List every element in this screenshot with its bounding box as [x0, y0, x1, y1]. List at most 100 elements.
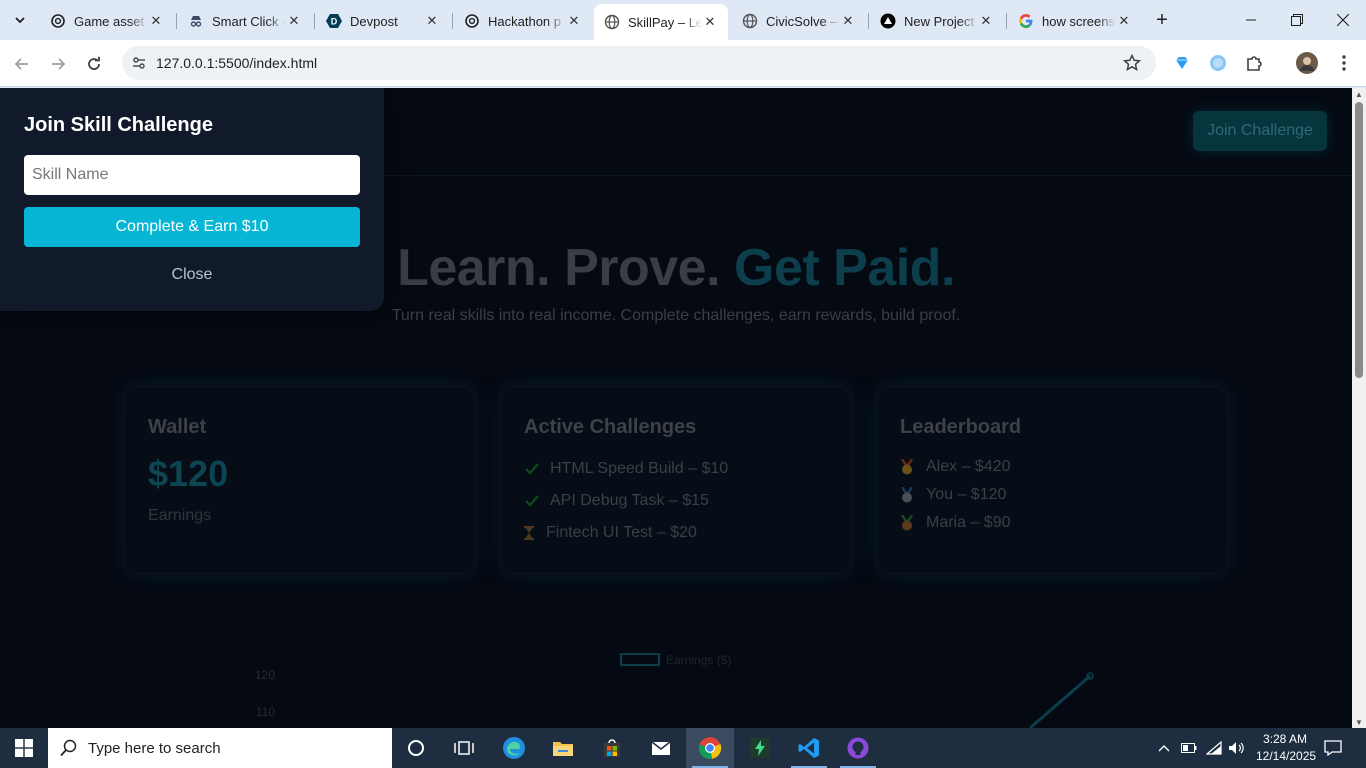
- close-tab-icon[interactable]: ✕: [286, 13, 302, 29]
- bookmark-star-button[interactable]: [1120, 51, 1144, 75]
- complete-earn-button[interactable]: Complete & Earn $10: [24, 207, 360, 247]
- browser-menu-button[interactable]: [1332, 51, 1356, 75]
- challenge-item: API Debug Task – $15: [524, 485, 828, 517]
- diamond-icon: [1176, 57, 1188, 69]
- vercel-icon: [880, 13, 896, 29]
- volume-indicator[interactable]: [1226, 728, 1248, 768]
- tab-smart-click[interactable]: Smart Click - ✕: [178, 6, 312, 36]
- google-icon: [1018, 13, 1034, 29]
- github-icon: [847, 737, 869, 759]
- search-icon: [60, 739, 77, 757]
- mail-icon: [651, 741, 671, 755]
- extension-gem-button[interactable]: [1170, 51, 1194, 75]
- address-bar[interactable]: 127.0.0.1:5500/index.html: [122, 46, 1156, 80]
- tab-title: New Project: [904, 13, 975, 29]
- tab-new-project[interactable]: New Project ✕: [870, 6, 1004, 36]
- taskbar-app-green[interactable]: [736, 728, 784, 768]
- folder-icon: [553, 742, 573, 756]
- tab-separator: [176, 13, 177, 29]
- taskbar-mail[interactable]: [637, 728, 685, 768]
- silver-medal-icon: [900, 487, 922, 503]
- arrow-left-icon: [14, 58, 28, 70]
- restore-button[interactable]: [1274, 0, 1320, 40]
- extensions-button[interactable]: [1242, 51, 1266, 75]
- tab-skillpay[interactable]: SkillPay – Le ✕: [594, 4, 728, 40]
- taskbar-edge[interactable]: [490, 728, 538, 768]
- tab-title: CivicSolve —: [766, 13, 840, 29]
- page-scrollbar[interactable]: ▲ ▼: [1352, 88, 1366, 728]
- challenge-item: Fintech UI Test – $20: [524, 517, 828, 549]
- tab-game-asset[interactable]: Game asset c ✕: [40, 6, 174, 36]
- taskbar-search-box[interactable]: Type here to search: [48, 728, 392, 768]
- tab-hackathon[interactable]: Hackathon p ✕: [454, 6, 592, 36]
- store-bag-icon: [604, 739, 620, 757]
- minimize-button[interactable]: [1228, 0, 1274, 40]
- close-window-button[interactable]: [1320, 0, 1366, 40]
- browser-tabstrip: Game asset c ✕ Smart Click - ✕ D Devpost…: [0, 0, 1366, 40]
- hero-title-text: Learn. Prove.: [397, 239, 734, 297]
- task-view-button[interactable]: [440, 728, 488, 768]
- page-viewport: Join Challenge Learn. Prove. Get Paid. T…: [0, 88, 1352, 728]
- tab-google-search[interactable]: how screens ✕: [1008, 6, 1142, 36]
- earnings-chart: Earnings ($) 120 110: [0, 638, 1352, 728]
- leaderboard-card: Leaderboard Alex – $420 You – $120 Maria…: [876, 386, 1228, 574]
- taskbar-github-desktop[interactable]: [834, 728, 882, 768]
- chart-series-line: [1029, 674, 1091, 728]
- windows-logo-icon: [15, 739, 33, 757]
- chevron-up-icon: [1158, 745, 1170, 752]
- notifications-button[interactable]: [1320, 728, 1346, 768]
- taskbar-file-explorer[interactable]: [539, 728, 587, 768]
- battery-indicator[interactable]: [1178, 728, 1200, 768]
- tab-separator: [868, 13, 869, 29]
- forward-button[interactable]: [44, 50, 72, 78]
- join-skill-modal: Join Skill Challenge Complete & Earn $10…: [0, 88, 384, 311]
- tab-title: Hackathon p: [488, 13, 561, 29]
- taskbar-store[interactable]: [588, 728, 636, 768]
- site-info-icon[interactable]: [122, 46, 156, 80]
- scrollbar-thumb[interactable]: [1355, 102, 1363, 378]
- tab-title: how screens: [1042, 13, 1115, 29]
- hourglass-icon: [524, 526, 542, 540]
- hero-title-accent: Get Paid.: [734, 239, 955, 297]
- close-tab-icon[interactable]: ✕: [148, 13, 164, 29]
- close-tab-icon[interactable]: ✕: [702, 14, 718, 30]
- new-tab-button[interactable]: +: [1150, 8, 1174, 32]
- url-text: 127.0.0.1:5500/index.html: [156, 55, 318, 71]
- tab-devpost[interactable]: D Devpost ✕: [316, 6, 450, 36]
- leaderboard-text: Maria – $90: [926, 514, 1011, 531]
- tab-search-button[interactable]: [8, 8, 32, 32]
- system-clock[interactable]: 3:28 AM 12/14/2025: [1256, 731, 1316, 765]
- close-tab-icon[interactable]: ✕: [566, 13, 582, 29]
- leaderboard-row: You – $120: [900, 481, 1204, 509]
- taskbar-vscode[interactable]: [785, 728, 833, 768]
- extension-globe-button[interactable]: [1206, 51, 1230, 75]
- tab-title: SkillPay – Le: [628, 14, 702, 30]
- edge-icon: [503, 737, 525, 759]
- chart-plot: [1029, 672, 1094, 728]
- join-challenge-button[interactable]: Join Challenge: [1193, 111, 1327, 151]
- cortana-button[interactable]: [392, 728, 440, 768]
- close-tab-icon[interactable]: ✕: [1116, 13, 1132, 29]
- skill-name-input[interactable]: [24, 155, 360, 195]
- network-indicator[interactable]: [1203, 728, 1225, 768]
- restore-icon: [1291, 14, 1303, 26]
- gold-medal-icon: [900, 459, 922, 475]
- tab-civicsolve[interactable]: CivicSolve — ✕: [732, 6, 866, 36]
- taskbar-chrome[interactable]: [686, 728, 734, 768]
- close-tab-icon[interactable]: ✕: [840, 13, 856, 29]
- speaker-icon: [1229, 742, 1244, 754]
- close-tab-icon[interactable]: ✕: [424, 13, 440, 29]
- close-icon: [1337, 14, 1349, 26]
- tab-title: Devpost: [350, 13, 398, 29]
- back-button[interactable]: [8, 50, 36, 78]
- challenge-text: Fintech UI Test – $20: [546, 524, 697, 541]
- reload-button[interactable]: [80, 50, 108, 78]
- scroll-up-arrow-icon[interactable]: ▲: [1352, 88, 1366, 100]
- modal-close-button[interactable]: Close: [24, 257, 360, 293]
- notification-icon: [1324, 740, 1342, 756]
- profile-avatar[interactable]: [1295, 51, 1319, 75]
- tray-overflow-button[interactable]: [1154, 728, 1174, 768]
- start-button[interactable]: [0, 728, 48, 768]
- scroll-down-arrow-icon[interactable]: ▼: [1352, 716, 1366, 728]
- close-tab-icon[interactable]: ✕: [978, 13, 994, 29]
